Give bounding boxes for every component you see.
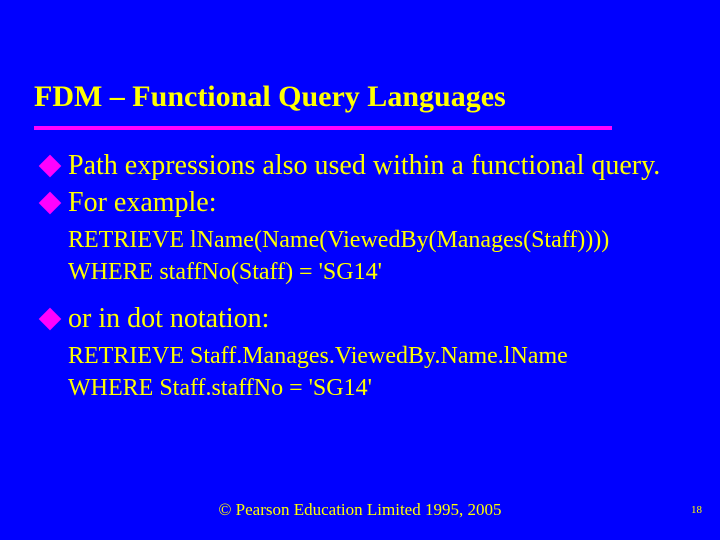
bullet-item: or in dot notation: <box>42 301 684 336</box>
bullet-item: Path expressions also used within a func… <box>42 148 684 183</box>
slide-title: FDM – Functional Query Languages <box>0 0 720 124</box>
diamond-bullet-icon <box>39 307 62 330</box>
footer-copyright: © Pearson Education Limited 1995, 2005 <box>0 500 720 520</box>
bullet-text: or in dot notation: <box>68 301 269 336</box>
code-line: RETRIEVE lName(Name(ViewedBy(Manages(Sta… <box>68 224 684 256</box>
code-line: RETRIEVE Staff.Manages.ViewedBy.Name.lNa… <box>68 340 684 372</box>
diamond-bullet-icon <box>39 155 62 178</box>
slide: FDM – Functional Query Languages Path ex… <box>0 0 720 540</box>
bullet-text: Path expressions also used within a func… <box>68 148 660 183</box>
diamond-bullet-icon <box>39 192 62 215</box>
page-number: 18 <box>691 504 702 516</box>
code-line: WHERE staffNo(Staff) = 'SG14' <box>68 256 684 288</box>
bullet-text: For example: <box>68 185 217 220</box>
code-line: WHERE Staff.staffNo = 'SG14' <box>68 372 684 404</box>
bullet-item: For example: <box>42 185 684 220</box>
code-block: RETRIEVE lName(Name(ViewedBy(Manages(Sta… <box>42 224 684 289</box>
code-block: RETRIEVE Staff.Manages.ViewedBy.Name.lNa… <box>42 340 684 405</box>
slide-content: Path expressions also used within a func… <box>0 130 720 405</box>
